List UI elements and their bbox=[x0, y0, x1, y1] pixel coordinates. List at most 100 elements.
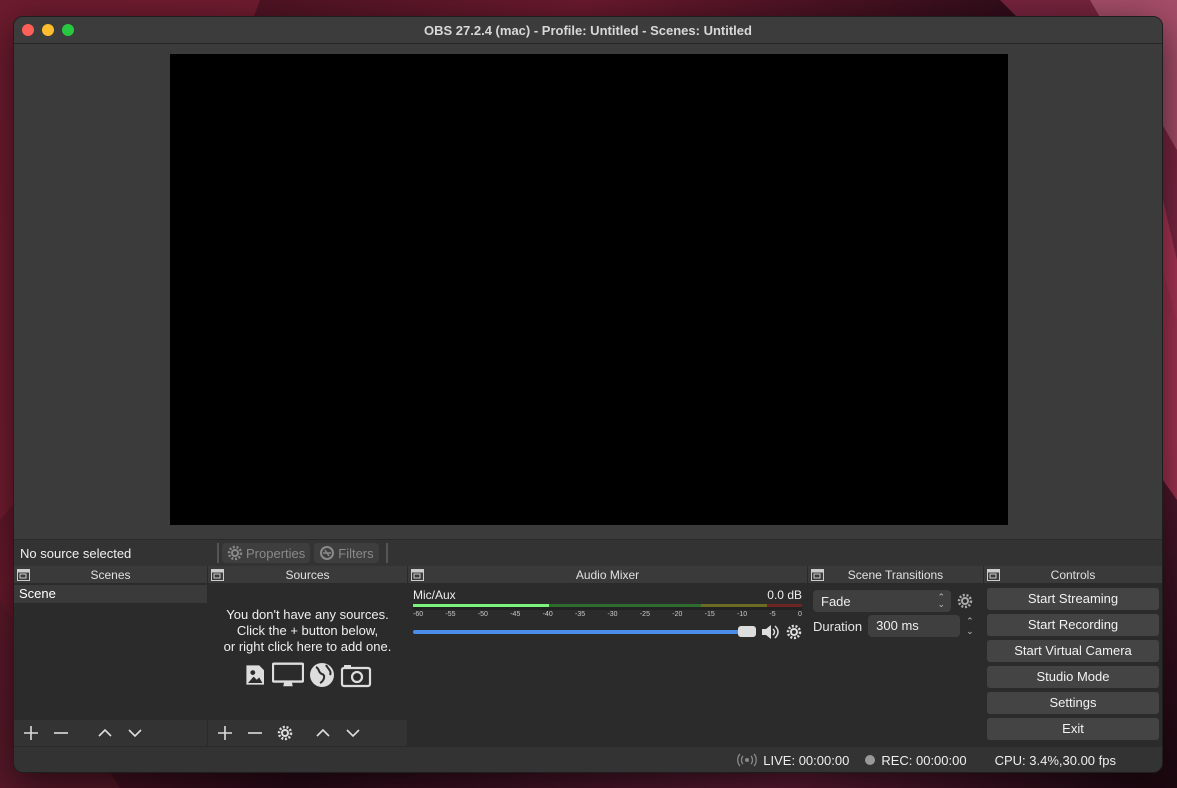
rec-status: REC: 00:00:00 bbox=[881, 752, 967, 768]
close-window-button[interactable] bbox=[22, 24, 34, 36]
controls-dock: Controls Start Streaming Start Recording… bbox=[984, 566, 1162, 746]
volume-meter bbox=[413, 604, 802, 610]
meter-tick-label: -5 bbox=[769, 611, 776, 618]
controls-body: Start Streaming Start Recording Start Vi… bbox=[984, 584, 1162, 746]
gear-icon[interactable] bbox=[786, 624, 802, 640]
filters-button[interactable]: Filters bbox=[314, 543, 379, 563]
minimize-window-button[interactable] bbox=[42, 24, 54, 36]
meter-tick-label: -10 bbox=[737, 611, 748, 618]
speaker-icon[interactable] bbox=[760, 623, 780, 641]
list-item[interactable]: Scene bbox=[14, 585, 207, 603]
add-scene-button[interactable] bbox=[18, 722, 44, 744]
display-icon bbox=[271, 662, 304, 687]
globe-icon bbox=[309, 663, 334, 687]
duration-stepper[interactable]: ⌃ ⌄ bbox=[966, 616, 974, 636]
scenes-dock: Scenes Scene bbox=[14, 566, 208, 746]
sources-dock-header: Sources bbox=[208, 566, 407, 584]
window-controls bbox=[22, 24, 74, 36]
camera-icon bbox=[340, 665, 371, 688]
scenes-dock-title: Scenes bbox=[90, 567, 131, 582]
toolbar-divider bbox=[217, 543, 219, 563]
meter-tick-label: -60 bbox=[413, 611, 424, 618]
image-icon bbox=[245, 665, 264, 685]
selected-source-label: No source selected bbox=[20, 545, 132, 561]
empty-line: or right click here to add one. bbox=[223, 639, 392, 654]
source-properties-button[interactable] bbox=[272, 722, 298, 744]
stepper-up-icon[interactable]: ⌃ bbox=[966, 616, 974, 626]
obs-window: OBS 27.2.4 (mac) - Profile: Untitled - S… bbox=[13, 16, 1163, 773]
status-bar: LIVE: 00:00:00 REC: 00:00:00 CPU: 3.4%,3… bbox=[14, 746, 1162, 772]
start-streaming-button[interactable]: Start Streaming bbox=[987, 588, 1159, 610]
channel-name: Mic/Aux bbox=[413, 588, 456, 602]
undock-icon[interactable] bbox=[211, 569, 224, 581]
undock-icon[interactable] bbox=[411, 569, 424, 581]
title-bar: OBS 27.2.4 (mac) - Profile: Untitled - S… bbox=[14, 17, 1162, 44]
window-title: OBS 27.2.4 (mac) - Profile: Untitled - S… bbox=[424, 22, 752, 38]
move-scene-up-button[interactable] bbox=[92, 722, 118, 744]
live-status: LIVE: 00:00:00 bbox=[763, 752, 850, 768]
controls-title: Controls bbox=[1050, 567, 1096, 582]
scene-transitions-header: Scene Transitions bbox=[808, 566, 983, 584]
duration-field[interactable]: 300 ms bbox=[868, 615, 961, 637]
start-virtual-camera-button[interactable]: Start Virtual Camera bbox=[987, 640, 1159, 662]
transition-select[interactable]: Fade ⌃ ⌄ bbox=[813, 590, 951, 612]
chevron-up-icon bbox=[316, 728, 330, 737]
meter-tick-label: -15 bbox=[704, 611, 715, 618]
meter-tick-label: -45 bbox=[510, 611, 521, 618]
sources-dock: Sources You don't have any sources. Clic… bbox=[208, 566, 408, 746]
filter-icon bbox=[320, 546, 335, 560]
move-source-down-button[interactable] bbox=[340, 722, 366, 744]
remove-scene-button[interactable] bbox=[48, 722, 74, 744]
gear-icon[interactable] bbox=[957, 593, 973, 609]
transitions-body: Fade ⌃ ⌄ Duration 300 ms ⌃ ⌄ bbox=[808, 584, 983, 746]
meter-tick-label: -35 bbox=[575, 611, 586, 618]
studio-mode-button[interactable]: Studio Mode bbox=[987, 666, 1159, 688]
sources-dock-title: Sources bbox=[285, 567, 330, 582]
stepper-down-icon[interactable]: ⌄ bbox=[966, 626, 974, 636]
move-scene-down-button[interactable] bbox=[122, 722, 148, 744]
move-source-up-button[interactable] bbox=[310, 722, 336, 744]
duration-label: Duration bbox=[813, 618, 863, 634]
undock-icon[interactable] bbox=[811, 569, 824, 581]
dock-area: Scenes Scene Sources You don't have any bbox=[14, 566, 1162, 746]
settings-button[interactable]: Settings bbox=[987, 692, 1159, 714]
scene-transitions-dock: Scene Transitions Fade ⌃ ⌄ Duration 300 m… bbox=[808, 566, 984, 746]
empty-line: Click the + button below, bbox=[236, 623, 379, 638]
broadcast-icon bbox=[737, 753, 758, 767]
gear-icon bbox=[277, 725, 293, 741]
volume-slider[interactable] bbox=[413, 626, 756, 637]
undock-icon[interactable] bbox=[17, 569, 30, 581]
sources-footer bbox=[208, 720, 407, 746]
properties-label: Properties bbox=[246, 545, 306, 561]
chevron-up-icon bbox=[98, 728, 112, 737]
transition-select-row: Fade ⌃ ⌄ bbox=[813, 590, 978, 612]
gear-icon bbox=[227, 545, 243, 561]
remove-source-button[interactable] bbox=[242, 722, 268, 744]
properties-button[interactable]: Properties bbox=[222, 543, 311, 563]
duration-row: Duration 300 ms ⌃ ⌄ bbox=[813, 615, 978, 637]
select-arrows-icon: ⌃ ⌄ bbox=[937, 592, 945, 609]
meter-tick-label: -30 bbox=[607, 611, 618, 618]
add-source-button[interactable] bbox=[212, 722, 238, 744]
scenes-footer bbox=[14, 720, 207, 746]
exit-button[interactable]: Exit bbox=[987, 718, 1159, 740]
scene-transitions-title: Scene Transitions bbox=[847, 567, 944, 582]
program-preview[interactable] bbox=[170, 54, 1008, 525]
undock-icon[interactable] bbox=[987, 569, 1000, 581]
audio-mixer-header: Audio Mixer bbox=[408, 566, 807, 584]
maximize-window-button[interactable] bbox=[62, 24, 74, 36]
toolbar-divider bbox=[385, 543, 388, 563]
volume-slider-handle[interactable] bbox=[738, 626, 756, 637]
source-type-icons bbox=[208, 661, 407, 689]
mixer-channel-header: Mic/Aux 0.0 dB bbox=[413, 588, 802, 602]
chevron-down-icon bbox=[128, 729, 142, 738]
start-recording-button[interactable]: Start Recording bbox=[987, 614, 1159, 636]
preview-area bbox=[14, 45, 1162, 539]
audio-mixer-title: Audio Mixer bbox=[575, 567, 640, 582]
empty-line: You don't have any sources. bbox=[226, 607, 389, 622]
meter-tick-label: -55 bbox=[445, 611, 456, 618]
meter-tick-label: -20 bbox=[672, 611, 683, 618]
source-toolbar: No source selected Properties Filters bbox=[14, 539, 1162, 566]
channel-db: 0.0 dB bbox=[767, 588, 802, 602]
cpu-status: CPU: 3.4%,30.00 fps bbox=[994, 752, 1116, 768]
